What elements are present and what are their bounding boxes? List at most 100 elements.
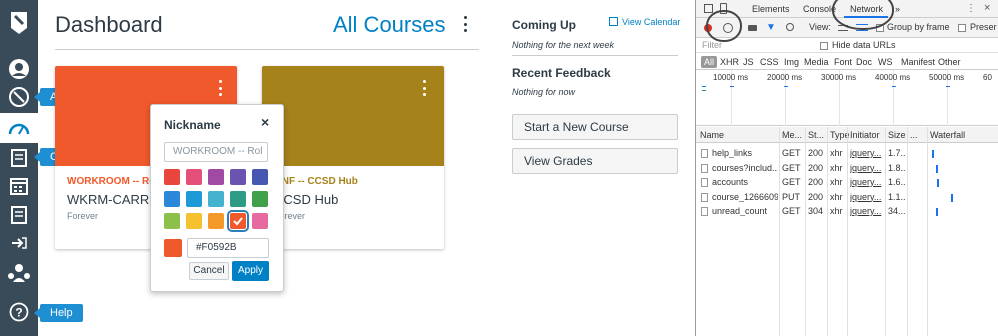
color-swatch[interactable]: [208, 191, 224, 207]
calendar-icon[interactable]: [0, 171, 38, 201]
type-filter-xhr[interactable]: XHR: [720, 57, 739, 67]
coming-up-empty: Nothing for the next week: [512, 40, 615, 50]
hide-data-urls-checkbox[interactable]: [820, 42, 828, 50]
coming-up-heading: Coming Up: [512, 18, 576, 32]
type-filter-ws[interactable]: WS: [878, 57, 893, 67]
timeline-label: 50000 ms: [929, 73, 965, 82]
color-swatch[interactable]: [252, 191, 268, 207]
request-row[interactable]: help_links GET 200 xhr jquery... 1.7...: [696, 147, 998, 161]
courses-book-icon[interactable]: [0, 143, 38, 173]
dashboard-gauge-icon[interactable]: [0, 113, 38, 143]
commons-share-icon[interactable]: [0, 228, 38, 258]
column-header[interactable]: Name: [700, 130, 724, 140]
dashboard-options-kebab-icon[interactable]: [460, 16, 470, 32]
waterfall-bar: [951, 193, 953, 202]
type-filter-manifest[interactable]: Manifest: [901, 57, 935, 67]
color-swatch[interactable]: [164, 191, 180, 207]
preserve-log-checkbox[interactable]: [958, 24, 966, 32]
account-avatar[interactable]: [0, 54, 38, 84]
nickname-input[interactable]: WORKROOM -- Rol: [164, 142, 268, 162]
color-swatch[interactable]: [164, 213, 180, 229]
search-icon[interactable]: [786, 23, 794, 31]
close-devtools-icon[interactable]: ×: [984, 2, 990, 14]
color-swatch[interactable]: [208, 213, 224, 229]
inspect-element-icon[interactable]: [704, 4, 713, 13]
color-swatch[interactable]: [186, 191, 202, 207]
request-initiator[interactable]: jquery...: [850, 206, 884, 216]
admin-shield-icon[interactable]: [0, 82, 38, 112]
request-initiator[interactable]: jquery...: [850, 163, 884, 173]
request-name: unread_count: [712, 206, 768, 216]
devtools-panel: Elements Console Network » ⋮ × ▼ View: G…: [695, 0, 998, 336]
request-row[interactable]: unread_count GET 304 xhr jquery... 34...: [696, 205, 998, 219]
course-term: Forever: [274, 211, 306, 221]
color-swatch[interactable]: [164, 169, 180, 185]
course-card-ccsd-hub[interactable]: ONF -- CCSD Hub CCSD Hub Forever: [262, 66, 444, 249]
inbox-icon[interactable]: [0, 200, 38, 230]
column-header[interactable]: Initiator: [850, 130, 880, 140]
color-swatch[interactable]: [227, 210, 249, 232]
course-card-color-header[interactable]: [262, 66, 444, 166]
request-method: GET: [782, 148, 801, 158]
request-initiator[interactable]: jquery...: [850, 148, 884, 158]
timeline-request-mark: [702, 86, 706, 87]
cancel-button[interactable]: Cancel: [189, 262, 229, 280]
course-code[interactable]: ONF -- CCSD Hub: [274, 176, 439, 187]
column-header[interactable]: Waterfall: [930, 130, 965, 140]
file-icon: [701, 149, 708, 158]
devtools-menu-kebab-icon[interactable]: ⋮: [966, 3, 976, 14]
card-options-kebab-icon[interactable]: [215, 80, 225, 96]
type-filter-other[interactable]: Other: [938, 57, 961, 67]
type-filter-media[interactable]: Media: [804, 57, 829, 67]
request-size: 1.7...: [888, 148, 906, 158]
type-filter-all[interactable]: All: [701, 56, 718, 68]
request-size: 1.1...: [888, 191, 906, 202]
resource-type-filter: All XHR JS CSS Img Media Font Doc WS Manifest Othe…: [696, 54, 998, 70]
color-swatch[interactable]: [208, 169, 224, 185]
more-tabs-icon[interactable]: »: [895, 4, 900, 14]
request-method: GET: [782, 177, 801, 187]
column-header[interactable]: St...: [808, 130, 824, 140]
color-swatch[interactable]: [252, 213, 268, 229]
groups-people-icon[interactable]: [0, 258, 38, 288]
view-calendar-link[interactable]: View Calendar: [609, 17, 680, 27]
column-header[interactable]: ...: [910, 130, 918, 140]
hex-color-input[interactable]: #F0592B: [187, 238, 269, 258]
column-header[interactable]: Size: [888, 130, 906, 140]
start-new-course-button[interactable]: Start a New Course: [512, 114, 678, 140]
request-method: GET: [782, 206, 801, 216]
color-swatch[interactable]: [230, 169, 246, 185]
color-swatch[interactable]: [186, 169, 202, 185]
color-swatch[interactable]: [230, 191, 246, 207]
type-filter-js[interactable]: JS: [743, 57, 754, 67]
help-question-icon[interactable]: ?: [0, 297, 38, 327]
view-grades-button[interactable]: View Grades: [512, 148, 678, 174]
request-initiator[interactable]: jquery...: [850, 192, 884, 202]
card-options-kebab-icon[interactable]: [419, 80, 429, 96]
type-filter-doc[interactable]: Doc: [856, 57, 872, 67]
apply-button[interactable]: Apply: [232, 261, 269, 281]
popover-title: Nickname: [164, 118, 221, 132]
type-filter-font[interactable]: Font: [834, 57, 852, 67]
canvas-logo-icon[interactable]: [0, 6, 38, 40]
capture-screenshots-icon[interactable]: [748, 25, 757, 31]
timeline-request-mark: [946, 86, 950, 87]
color-swatch[interactable]: [186, 213, 202, 229]
filter-funnel-icon[interactable]: ▼: [766, 22, 776, 33]
request-name: courses?includ...: [712, 162, 778, 173]
color-swatch[interactable]: [252, 169, 268, 185]
global-nav: ?: [0, 0, 38, 336]
color-preview-swatch: [164, 239, 182, 257]
type-filter-css[interactable]: CSS: [760, 57, 779, 67]
all-courses-link[interactable]: All Courses: [333, 12, 445, 38]
request-row[interactable]: accounts GET 200 xhr jquery... 1.6...: [696, 176, 998, 190]
request-name: accounts: [712, 177, 749, 187]
request-initiator[interactable]: jquery...: [850, 177, 884, 187]
network-overview-timeline: 10000 ms 20000 ms 30000 ms 40000 ms 50000 ms…: [696, 70, 998, 126]
column-header[interactable]: Me...: [782, 130, 802, 140]
request-row[interactable]: course_1266609 PUT 200 xhr jquery... 1.1...: [696, 191, 998, 205]
type-filter-img[interactable]: Img: [784, 57, 799, 67]
request-row[interactable]: courses?includ... GET 200 xhr jquery... 1.8..…: [696, 162, 998, 176]
close-icon[interactable]: ×: [261, 114, 269, 130]
tab-elements[interactable]: Elements: [752, 4, 790, 14]
